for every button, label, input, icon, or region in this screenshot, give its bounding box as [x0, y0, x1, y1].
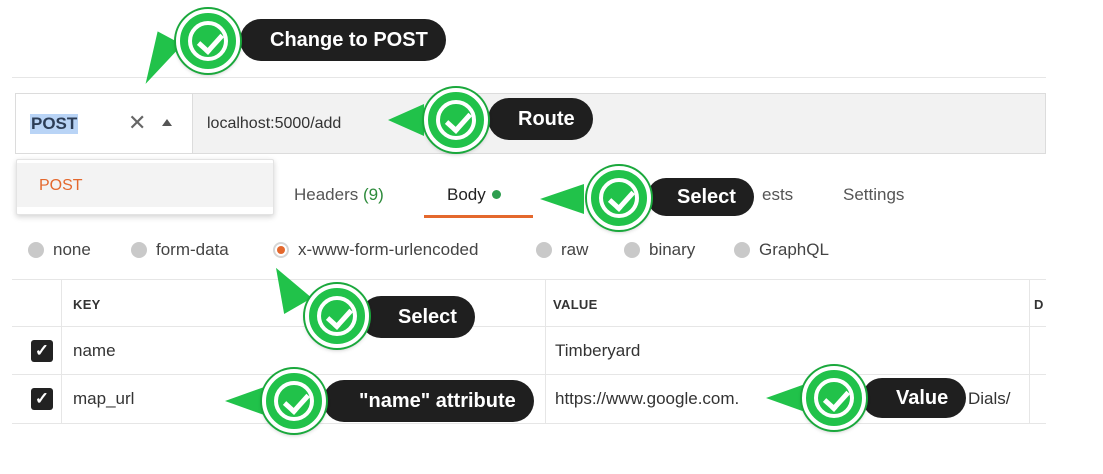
- method-dropdown: POST: [16, 159, 274, 215]
- column-header-value: VALUE: [553, 297, 598, 312]
- dropdown-option-post[interactable]: POST: [17, 163, 273, 207]
- table-header-border: [12, 326, 1046, 327]
- table-column-divider: [1029, 279, 1030, 423]
- tab-headers[interactable]: Headers (9): [294, 184, 384, 206]
- radio-dot-icon: [624, 242, 640, 258]
- radio-label: x-www-form-urlencoded: [298, 240, 479, 259]
- callout-name-attribute: "name" attribute: [323, 380, 534, 422]
- table-column-divider: [545, 279, 546, 423]
- row-key[interactable]: name: [73, 340, 116, 362]
- tab-tests-partial[interactable]: ests: [762, 184, 793, 206]
- tab-body-label: Body: [447, 185, 486, 204]
- row-value[interactable]: Timberyard: [555, 340, 640, 362]
- radio-selected-icon: [273, 242, 289, 258]
- row-checkbox[interactable]: ✓: [31, 388, 53, 410]
- callout-route: Route: [488, 98, 593, 140]
- radio-x-www-form-urlencoded[interactable]: x-www-form-urlencoded: [273, 240, 478, 260]
- callout-select-body: Select: [647, 178, 754, 216]
- callout-pointer: [133, 31, 183, 91]
- callout-pointer: [225, 386, 267, 416]
- row-checkbox[interactable]: ✓: [31, 340, 53, 362]
- radio-label: none: [53, 240, 91, 259]
- table-column-divider: [61, 279, 62, 423]
- table-row-border: [12, 374, 1046, 375]
- callout-label: Select: [677, 186, 736, 208]
- callout-label: "name" attribute: [359, 390, 516, 412]
- check-badge-icon: [802, 366, 866, 430]
- callout-pointer: [388, 104, 424, 136]
- column-header-description: D: [1034, 297, 1044, 312]
- callout-label: Route: [518, 108, 575, 130]
- radio-graphql[interactable]: GraphQL: [734, 240, 829, 260]
- method-input-text[interactable]: POST: [30, 114, 79, 134]
- row-value-end: Dials/: [968, 389, 1011, 408]
- method-select[interactable]: POST ✕: [16, 94, 193, 153]
- radio-dot-icon: [28, 242, 44, 258]
- radio-dot-icon: [536, 242, 552, 258]
- tab-body-underline: [424, 215, 533, 218]
- callout-change-method: Change to POST: [240, 19, 446, 61]
- check-badge-icon: [424, 88, 488, 152]
- caret-up-icon[interactable]: [162, 119, 172, 126]
- callout-value: Value: [862, 378, 967, 418]
- row-key[interactable]: map_url: [73, 388, 134, 410]
- radio-label: raw: [561, 240, 589, 259]
- table-bottom-border: [12, 423, 1046, 424]
- dropdown-option-label: POST: [39, 177, 83, 194]
- radio-dot-icon: [734, 242, 750, 258]
- column-header-key: KEY: [73, 297, 101, 312]
- callout-label: Value: [896, 387, 949, 409]
- check-badge-icon: [262, 369, 326, 433]
- radio-binary[interactable]: binary: [624, 240, 695, 260]
- clear-icon[interactable]: ✕: [128, 111, 146, 135]
- callout-select-urlencoded: Select: [360, 296, 475, 338]
- check-badge-icon: [176, 9, 240, 73]
- row-value[interactable]: https://www.google.com.: [555, 388, 739, 410]
- radio-form-data[interactable]: form-data: [131, 240, 229, 260]
- url-input[interactable]: localhost:5000/add: [207, 114, 341, 134]
- callout-label: Change to POST: [270, 29, 428, 51]
- radio-dot-icon: [131, 242, 147, 258]
- headers-count: (9): [363, 185, 384, 204]
- top-divider: [12, 77, 1046, 78]
- tab-settings[interactable]: Settings: [843, 184, 904, 206]
- tab-headers-label: Headers: [294, 185, 359, 204]
- tab-body[interactable]: Body: [447, 184, 501, 206]
- radio-none[interactable]: none: [28, 240, 91, 260]
- body-active-dot-icon: [491, 190, 501, 200]
- table-top-border: [12, 279, 1046, 280]
- radio-label: GraphQL: [759, 240, 829, 259]
- callout-pointer: [262, 259, 312, 314]
- radio-label: binary: [649, 240, 696, 259]
- radio-raw[interactable]: raw: [536, 240, 588, 260]
- callout-pointer: [540, 184, 584, 214]
- check-badge-icon: [587, 166, 651, 230]
- check-badge-icon: [305, 284, 369, 348]
- callout-label: Select: [398, 306, 457, 328]
- radio-label: form-data: [156, 240, 229, 259]
